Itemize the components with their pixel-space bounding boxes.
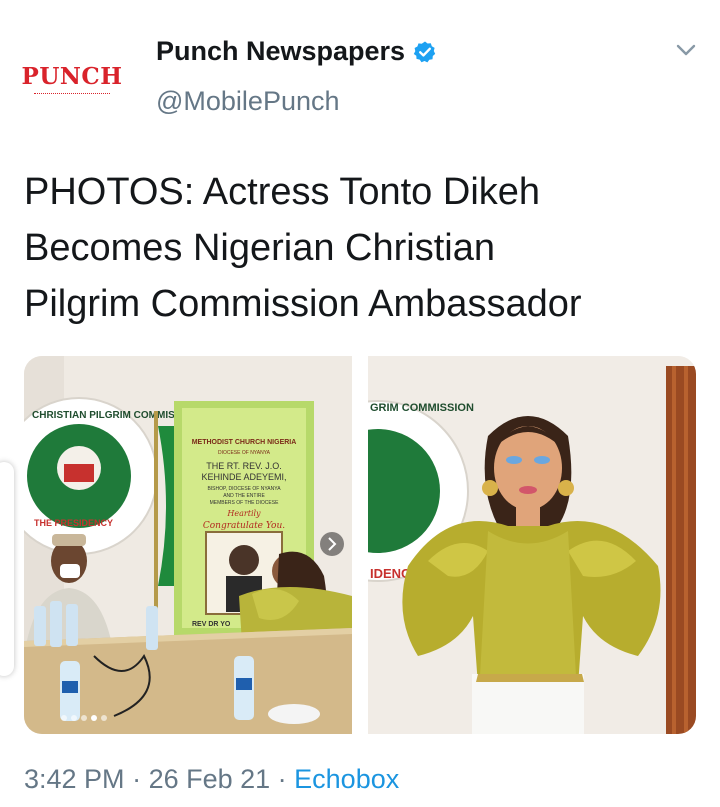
side-drawer-handle[interactable] [0,462,14,676]
author-name-row[interactable]: Punch Newspapers [156,36,437,67]
carousel-next-icon[interactable] [320,532,344,556]
photo-1-image: CHRISTIAN PILGRIM COMMISSION THE PRESIDE… [24,356,352,734]
tweet-date[interactable]: 26 Feb 21 [149,764,271,794]
banner-subtitle: DIOCESE OF NYANYA [218,450,271,456]
logo-tagline-rule [34,93,110,97]
banner-line: Heartily [226,509,261,518]
banner-line: MEMBERS OF THE DIOCESE [210,500,279,506]
tweet-text-line: Pilgrim Commission Ambassador [24,283,582,325]
verified-badge-icon [413,41,436,62]
banner-title: METHODIST CHURCH NIGERIA [192,439,297,446]
banner-line: KEHINDE ADEYEMI, [201,472,286,482]
meta-separator: · [124,764,149,794]
media-grid: CHRISTIAN PILGRIM COMMISSION THE PRESIDE… [24,356,696,734]
display-name[interactable]: Punch Newspapers [156,36,405,67]
tweet-meta: 3:42 PM · 26 Feb 21 · Echobox [24,764,399,795]
seal-text-bottom: THE PRESIDENCY [34,518,113,528]
user-handle[interactable]: @MobilePunch [156,86,340,117]
tweet-time[interactable]: 3:42 PM [24,764,125,794]
tweet-text: PHOTOS: Actress Tonto Dikeh Becomes Nige… [24,164,704,332]
banner-line: THE RT. REV. J.O. [206,461,282,471]
tweet-text-line: Becomes Nigerian Christian [24,227,495,269]
tweet-photo-1[interactable]: CHRISTIAN PILGRIM COMMISSION THE PRESIDE… [24,356,352,734]
avatar[interactable]: PUNCH [22,40,122,120]
punch-logo: PUNCH [21,63,123,90]
banner-line: BISHOP, DIOCESE OF NYANYA [207,486,281,492]
photo-2-image: GRIM COMMISSION IDENCY [368,356,696,734]
seal-text: GRIM COMMISSION [370,402,474,414]
chevron-down-icon[interactable] [674,40,698,60]
tweet-photo-2[interactable]: GRIM COMMISSION IDENCY [368,356,696,734]
tweet-source-link[interactable]: Echobox [294,764,399,794]
banner-bottom: REV DR YO [192,621,231,628]
banner-line: AND THE ENTIRE [223,493,265,499]
tweet-text-line: PHOTOS: Actress Tonto Dikeh [24,171,541,213]
meta-separator: · [270,764,295,794]
banner-line: Congratulate You. [203,521,285,531]
